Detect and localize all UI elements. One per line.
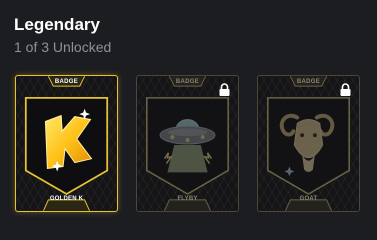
badge-name: GOLDEN K [49,196,84,202]
badge-card-flyby[interactable]: BADGE FLYBY [136,75,239,212]
badge-name: GOAT [299,196,318,202]
badge-name: FLYBY [177,196,198,202]
golden-k-icon [44,108,93,172]
badge-card-golden-k[interactable]: BADGE GOLDEN K [15,75,118,212]
goat-icon [279,113,335,177]
unlock-count: 1 of 3 Unlocked [14,39,112,55]
ufo-icon [159,119,216,173]
badge-card-goat[interactable]: BADGE GOAT [257,75,360,212]
section-title: Legendary [14,15,100,34]
